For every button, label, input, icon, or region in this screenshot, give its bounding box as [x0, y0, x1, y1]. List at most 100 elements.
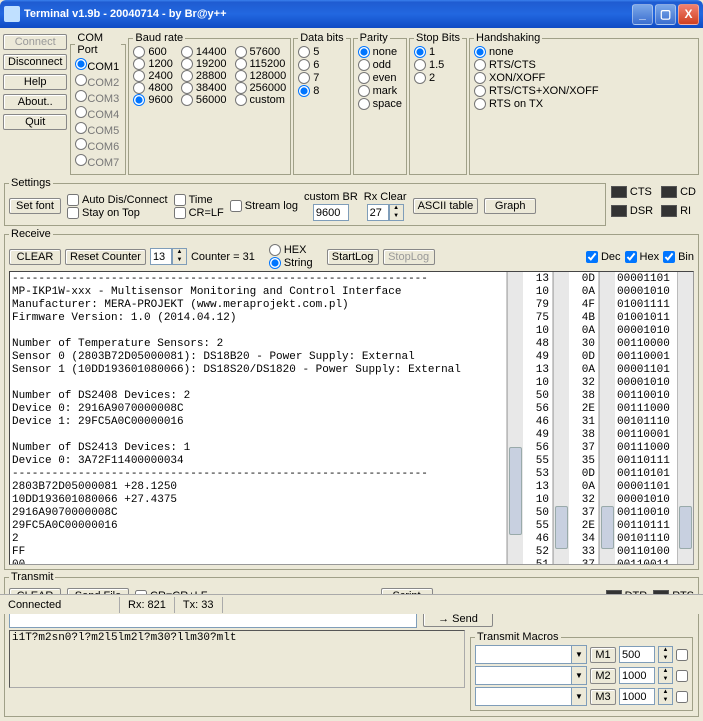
db-5[interactable]: 5 [298, 46, 345, 58]
macro-spin-M1[interactable]: ▲▼ [658, 646, 673, 663]
startlog-button[interactable]: StartLog [327, 249, 379, 265]
handshake-group: Handshaking noneRTS/CTSXON/XOFFRTS/CTS+X… [469, 32, 699, 175]
db-7[interactable]: 7 [298, 72, 345, 84]
connect-button[interactable]: Connect [3, 34, 67, 50]
cd-led: CD [661, 184, 696, 201]
hs-none[interactable]: none [474, 46, 694, 58]
streamlog-check[interactable]: Stream log [230, 200, 298, 212]
baud-9600[interactable]: 9600 [133, 94, 172, 106]
counter-spinner[interactable]: ▲▼ [172, 248, 187, 265]
scrollbar-hex[interactable] [599, 272, 615, 564]
baud-115200[interactable]: 115200 [235, 58, 287, 70]
par-none[interactable]: none [358, 46, 402, 58]
db-6[interactable]: 6 [298, 59, 345, 71]
hs-XON/XOFF[interactable]: XON/XOFF [474, 72, 694, 84]
bin-check[interactable]: Bin [663, 251, 694, 263]
com-COM2[interactable]: COM2 [75, 74, 121, 90]
receive-clear-button[interactable]: CLEAR [9, 249, 61, 265]
hex-check[interactable]: Hex [625, 251, 660, 263]
custombr-input[interactable] [313, 204, 349, 221]
par-even[interactable]: even [358, 72, 402, 84]
macro-spin-M2[interactable]: ▲▼ [658, 667, 673, 684]
stayontop-check[interactable]: Stay on Top [67, 207, 168, 219]
com-COM3[interactable]: COM3 [75, 90, 121, 106]
receive-main[interactable]: ----------------------------------------… [10, 272, 507, 564]
help-button[interactable]: Help [3, 74, 67, 90]
baud-600[interactable]: 600 [133, 46, 172, 58]
quit-button[interactable]: Quit [3, 114, 67, 130]
time-check[interactable]: Time [174, 194, 224, 206]
baud-2400[interactable]: 2400 [133, 70, 172, 82]
macro-combo-M2[interactable]: ▼ [475, 666, 587, 685]
scrollbar-main[interactable] [507, 272, 523, 564]
com-COM7[interactable]: COM7 [75, 154, 121, 170]
close-button[interactable]: X [678, 4, 699, 25]
minimize-button[interactable]: _ [632, 4, 653, 25]
about-button[interactable]: About.. [3, 94, 67, 110]
hs-RTS/CTS+XON/XOFF[interactable]: RTS/CTS+XON/XOFF [474, 85, 694, 97]
macro-spin-M3[interactable]: ▲▼ [658, 688, 673, 705]
hs-RTS on TX[interactable]: RTS on TX [474, 98, 694, 110]
cts-led: CTS [611, 184, 653, 201]
baud-28800[interactable]: 28800 [181, 70, 227, 82]
disconnect-button[interactable]: Disconnect [3, 54, 67, 70]
macro-delay-M1[interactable] [619, 646, 655, 663]
macro-button-M3[interactable]: M3 [590, 689, 616, 705]
receive-dec: 13 10 79 75 10 48 49 13 10 50 56 46 49 5… [523, 272, 553, 564]
com-COM6[interactable]: COM6 [75, 138, 121, 154]
com-COM4[interactable]: COM4 [75, 106, 121, 122]
baud-14400[interactable]: 14400 [181, 46, 227, 58]
databits-group: Data bits 5678 [293, 32, 350, 175]
macro-enable-M3[interactable] [676, 691, 688, 703]
par-odd[interactable]: odd [358, 59, 402, 71]
scrollbar-dec[interactable] [553, 272, 569, 564]
baud-256000[interactable]: 256000 [235, 82, 287, 94]
scrollbar-bin[interactable] [677, 272, 693, 564]
macro-enable-M1[interactable] [676, 649, 688, 661]
par-space[interactable]: space [358, 98, 402, 110]
macro-combo-M1[interactable]: ▼ [475, 645, 587, 664]
stoplog-button[interactable]: StopLog [383, 249, 435, 265]
macro-enable-M2[interactable] [676, 670, 688, 682]
macro-button-M1[interactable]: M1 [590, 647, 616, 663]
maximize-button[interactable]: ▢ [655, 4, 676, 25]
settings-legend: Settings [9, 177, 53, 189]
transmit-legend: Transmit [9, 571, 55, 583]
par-mark[interactable]: mark [358, 85, 402, 97]
transmit-log[interactable]: i1T?m2sn0?l?m2l5lm2l?m30?llm30?mlt [9, 630, 465, 688]
rx-string-radio[interactable]: String [269, 257, 313, 269]
dec-check[interactable]: Dec [586, 251, 621, 263]
com-COM5[interactable]: COM5 [75, 122, 121, 138]
setfont-button[interactable]: Set font [9, 198, 61, 214]
rxclear-spinner[interactable]: ▲▼ [389, 204, 404, 221]
macro-delay-M2[interactable] [619, 667, 655, 684]
rx-hex-radio[interactable]: HEX [269, 244, 313, 256]
com-COM1[interactable]: COM1 [75, 58, 121, 74]
resetcounter-button[interactable]: Reset Counter [65, 249, 146, 265]
rxclear-input[interactable] [367, 204, 389, 221]
db-8[interactable]: 8 [298, 85, 345, 97]
counter-sel[interactable] [150, 248, 172, 265]
macro-delay-M3[interactable] [619, 688, 655, 705]
baud-38400[interactable]: 38400 [181, 82, 227, 94]
baud-custom[interactable]: custom [235, 94, 287, 106]
sb-1.5[interactable]: 1.5 [414, 59, 462, 71]
baud-128000[interactable]: 128000 [235, 70, 287, 82]
baud-56000[interactable]: 56000 [181, 94, 227, 106]
baud-1200[interactable]: 1200 [133, 58, 172, 70]
transmit-group: Transmit CLEAR Send File CR=CR+LF Script… [4, 571, 699, 717]
sb-1[interactable]: 1 [414, 46, 462, 58]
crlf-check[interactable]: CR=LF [174, 207, 224, 219]
baud-57600[interactable]: 57600 [235, 46, 287, 58]
handshake-legend: Handshaking [474, 32, 542, 44]
parity-group: Parity noneoddevenmarkspace [353, 32, 407, 175]
graph-button[interactable]: Graph [484, 198, 536, 214]
sb-2[interactable]: 2 [414, 72, 462, 84]
baud-19200[interactable]: 19200 [181, 58, 227, 70]
macro-combo-M3[interactable]: ▼ [475, 687, 587, 706]
asciitable-button[interactable]: ASCII table [413, 198, 479, 214]
hs-RTS/CTS[interactable]: RTS/CTS [474, 59, 694, 71]
macro-button-M2[interactable]: M2 [590, 668, 616, 684]
autodis-check[interactable]: Auto Dis/Connect [67, 194, 168, 206]
baud-4800[interactable]: 4800 [133, 82, 172, 94]
